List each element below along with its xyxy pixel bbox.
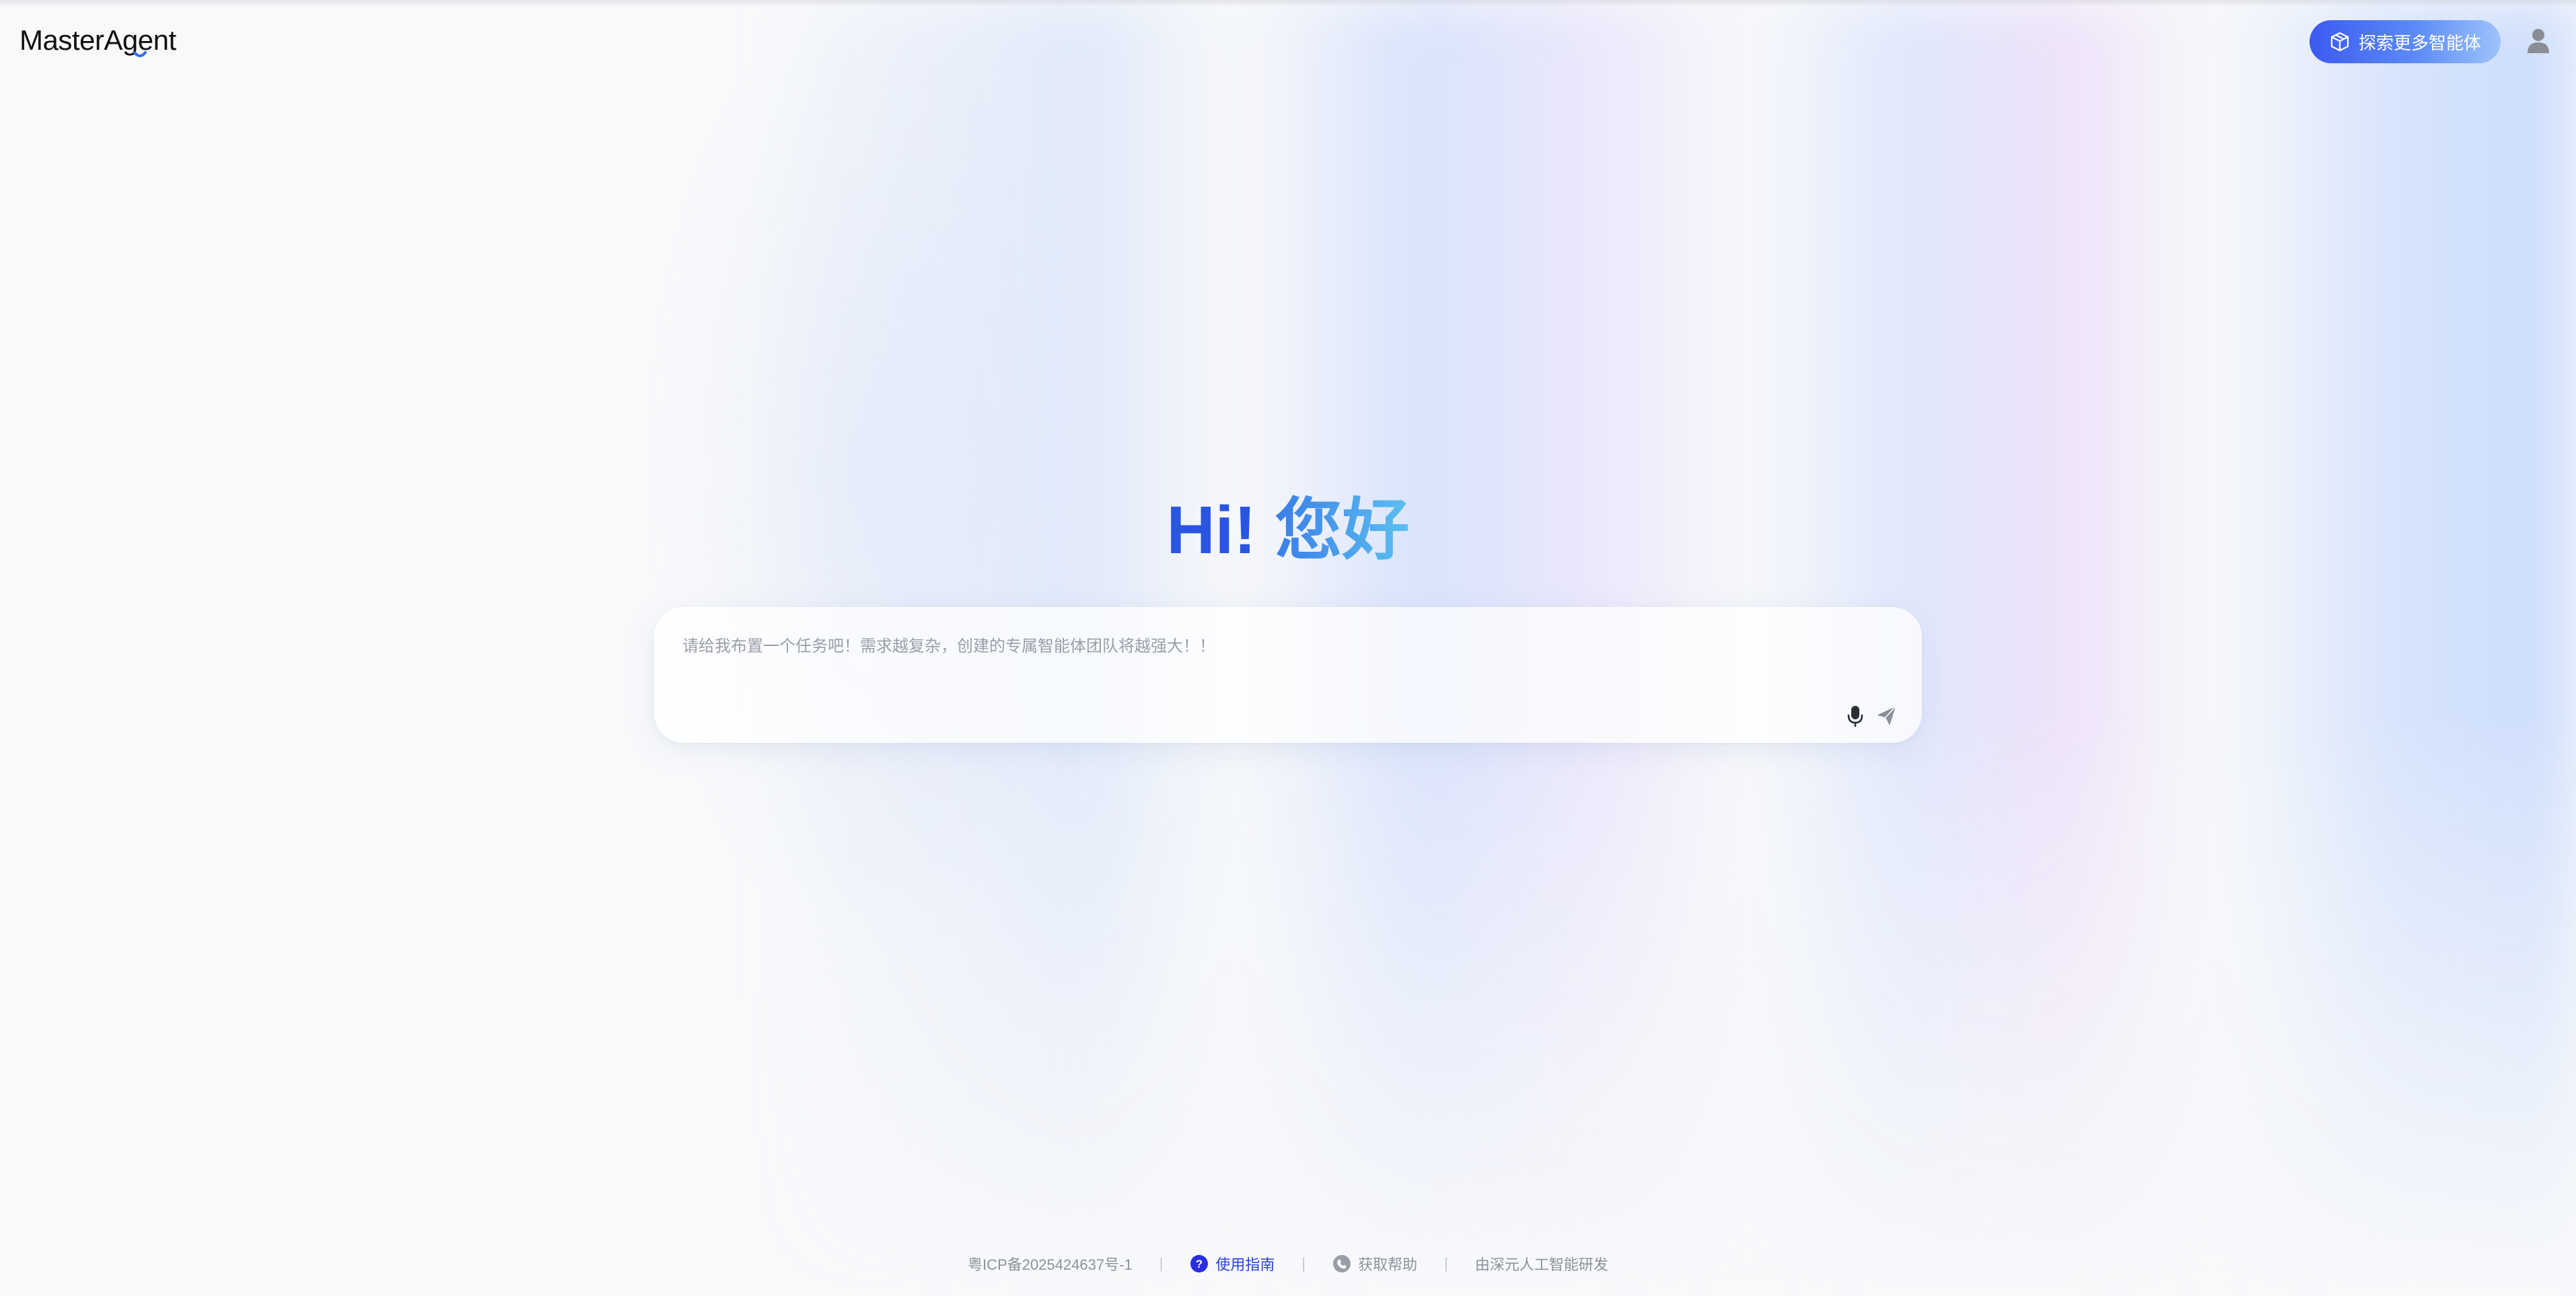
explore-agents-label: 探索更多智能体 <box>2358 32 2481 53</box>
greeting-hello: 您好 <box>1275 493 1410 568</box>
logo[interactable]: MasterAgent <box>20 20 176 61</box>
footer: 粤ICP备2025424637号-1 | ? 使用指南 | 获取帮助 | 由深元… <box>0 1253 2576 1274</box>
footer-separator: | <box>1159 1255 1164 1272</box>
greeting-title: Hi! 您好 <box>0 490 2576 571</box>
footer-separator: | <box>1301 1255 1306 1272</box>
cube-icon <box>2330 32 2349 52</box>
top-shade <box>0 0 2576 7</box>
help-link[interactable]: 获取帮助 <box>1332 1253 1417 1274</box>
microphone-icon[interactable] <box>1845 705 1865 727</box>
footer-separator: | <box>1444 1255 1448 1272</box>
logo-text: MasterAgent <box>20 24 176 56</box>
user-icon[interactable] <box>2526 28 2550 55</box>
help-label: 获取帮助 <box>1358 1256 1418 1273</box>
credit-text: 由深元人工智能研发 <box>1474 1256 1608 1273</box>
icp-link[interactable]: 粤ICP备2025424637号-1 <box>968 1253 1133 1274</box>
guide-label: 使用指南 <box>1215 1256 1275 1273</box>
guide-link[interactable]: ? 使用指南 <box>1190 1253 1275 1274</box>
logo-smile-icon <box>133 51 147 57</box>
explore-agents-button[interactable]: 探索更多智能体 <box>2310 20 2501 63</box>
svg-text:?: ? <box>1196 1258 1203 1270</box>
phone-icon <box>1333 1255 1351 1272</box>
question-icon: ? <box>1190 1255 1209 1272</box>
task-input-card <box>654 607 1922 743</box>
background-glow-left <box>673 0 1077 942</box>
send-icon[interactable] <box>1875 705 1898 727</box>
task-input[interactable] <box>681 631 1882 674</box>
greeting-hi: Hi! <box>1166 493 1256 568</box>
